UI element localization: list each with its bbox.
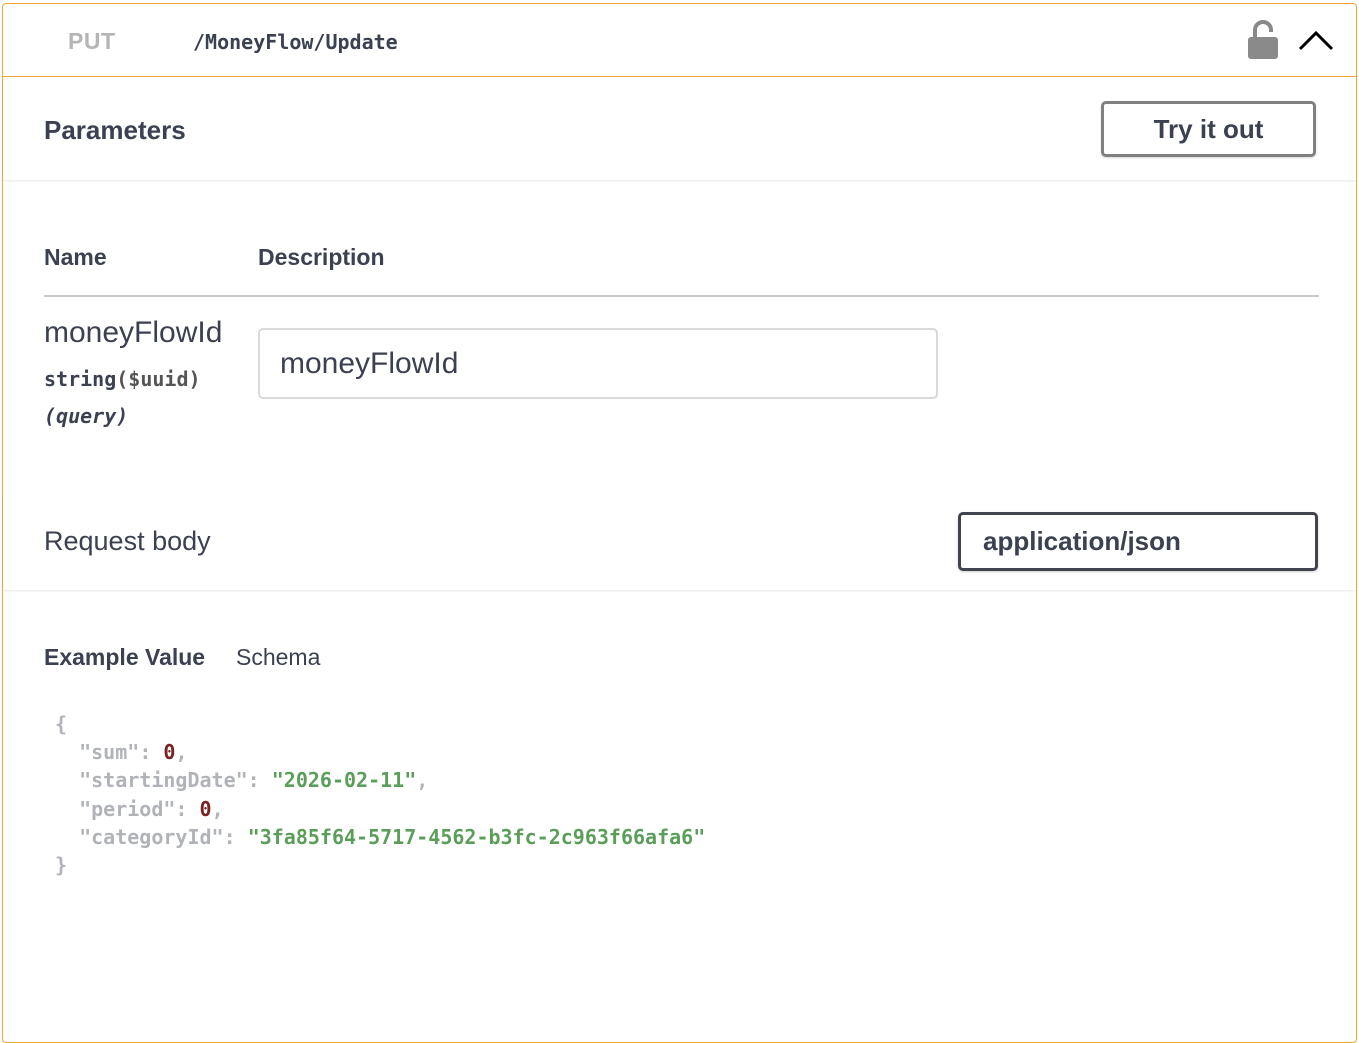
request-body-header: Request body application/json: [3, 492, 1356, 590]
json-key: "categoryId": [79, 824, 224, 849]
column-header-name: Name: [44, 244, 107, 270]
param-location: (query): [44, 404, 129, 428]
request-body-title: Request body: [44, 526, 211, 556]
json-key: "startingDate": [79, 768, 248, 793]
param-type: string($uuid): [44, 367, 201, 391]
json-close-brace: }: [55, 853, 68, 878]
parameters-header: Parameters Try it out: [3, 78, 1356, 180]
try-it-out-button[interactable]: Try it out: [1101, 101, 1316, 157]
json-open-brace: {: [55, 712, 68, 736]
json-value: "3fa85f64-5717-4562-b3fc-2c963f66afa6": [247, 824, 706, 849]
parameters-title: Parameters: [44, 115, 186, 145]
json-key: "period": [79, 796, 176, 821]
moneyflowid-input[interactable]: [258, 328, 938, 399]
json-value: "2026-02-11": [271, 768, 417, 793]
endpoint-path: /MoneyFlow/Update: [193, 30, 398, 54]
json-value: 0: [163, 740, 176, 765]
chevron-up-icon[interactable]: [1296, 23, 1336, 57]
json-comma: ,: [175, 740, 188, 765]
content-type-select[interactable]: application/json: [958, 512, 1318, 571]
operation-summary[interactable]: PUT /MoneyFlow/Update: [3, 4, 1356, 77]
unlocked-lock-icon[interactable]: [1247, 20, 1279, 60]
table-header-divider: [44, 295, 1319, 297]
param-type-format: ($uuid): [116, 367, 201, 391]
http-method-label: PUT: [68, 28, 116, 54]
json-key: "sum": [79, 740, 140, 765]
example-json-code: { "sum": 0, "startingDate": "2026-02-11"…: [55, 712, 706, 878]
tab-example-value[interactable]: Example Value: [44, 644, 205, 671]
param-name: moneyFlowId: [44, 316, 223, 349]
json-comma: ,: [211, 796, 224, 821]
json-value: 0: [199, 796, 212, 821]
tab-schema[interactable]: Schema: [236, 644, 320, 671]
param-type-name: string: [44, 367, 117, 391]
operation-block-put-moneyflow-update: PUT /MoneyFlow/Update Parameters Try it …: [2, 3, 1357, 1043]
column-header-description: Description: [258, 244, 385, 270]
json-comma: ,: [416, 768, 429, 793]
